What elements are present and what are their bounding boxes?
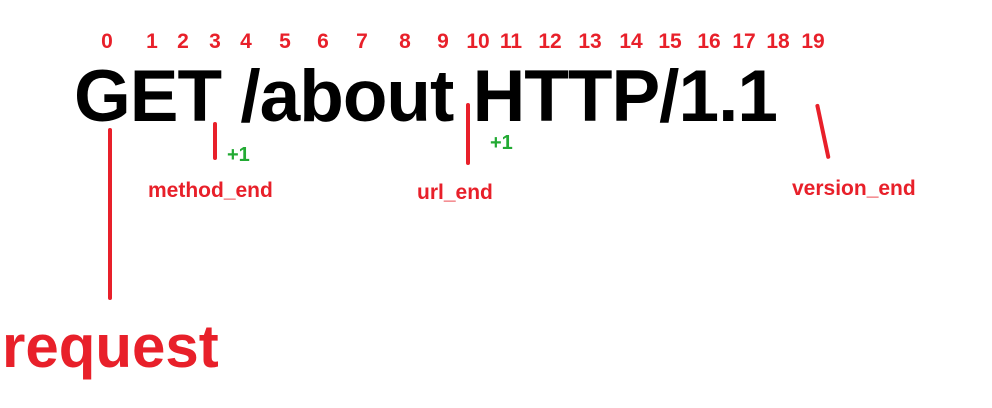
index-19: 19: [801, 30, 825, 53]
index-6: 6: [317, 30, 329, 53]
index-15: 15: [658, 30, 682, 53]
index-5: 5: [279, 30, 291, 53]
index-14: 14: [619, 30, 643, 53]
method-end-offset: +1: [227, 144, 250, 166]
index-9: 9: [437, 30, 449, 53]
index-8: 8: [399, 30, 411, 53]
index-16: 16: [697, 30, 721, 53]
index-18: 18: [766, 30, 790, 53]
request-label: request: [2, 313, 219, 380]
url-end-offset: +1: [490, 132, 513, 154]
url-end-marker: [466, 103, 470, 165]
http-request-parsing-diagram: 0 1 2 3 4 5 6 7 8 9 10 11 12 13 14 15 16…: [0, 0, 992, 408]
index-11: 11: [499, 30, 523, 53]
version-end-label: version_end: [792, 177, 916, 200]
index-0: 0: [101, 30, 113, 53]
request-marker: [108, 128, 112, 300]
url-end-label: url_end: [417, 181, 493, 204]
http-request-line: GET /about HTTP/1.1: [74, 56, 778, 137]
index-7: 7: [356, 30, 368, 53]
index-4: 4: [240, 30, 252, 53]
version-end-marker: [815, 103, 831, 160]
method-end-label: method_end: [148, 179, 273, 202]
index-12: 12: [538, 30, 562, 53]
method-end-marker: [213, 122, 217, 160]
index-13: 13: [578, 30, 602, 53]
